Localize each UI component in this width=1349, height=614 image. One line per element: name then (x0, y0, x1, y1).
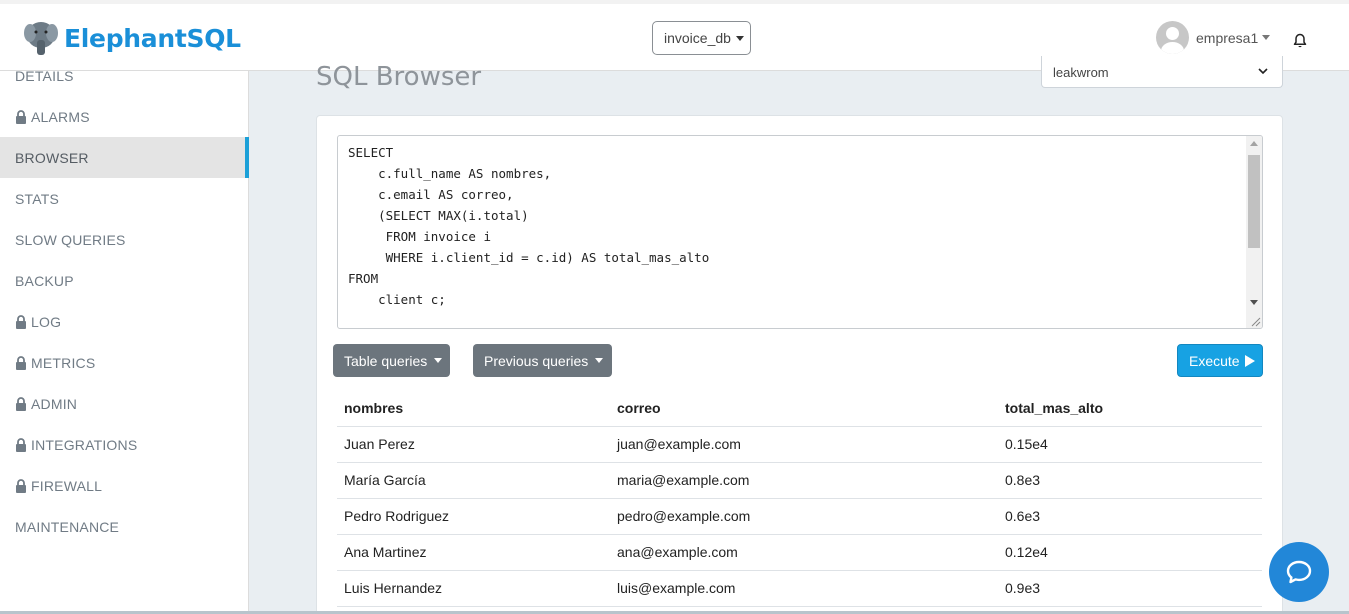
sql-editor[interactable]: SELECT c.full_name AS nombres, c.email A… (337, 135, 1263, 329)
sidebar-item-maintenance[interactable]: MAINTENANCE (0, 506, 249, 547)
table-cell: Juan Perez (337, 426, 610, 463)
table-cell: 0.6e3 (998, 498, 1262, 535)
brand-logo[interactable]: ElephantSQL (24, 20, 241, 56)
caret-down-icon (595, 358, 604, 363)
table-cell: Ana Martinez (337, 534, 610, 571)
sidebar-item-firewall[interactable]: FIREWALL (0, 465, 249, 506)
sidebar-item-log[interactable]: LOG (0, 301, 249, 342)
lock-icon (16, 355, 26, 370)
scroll-up-arrow-icon[interactable] (1250, 141, 1258, 146)
table-header-row: nombres correo total_mas_alto (337, 390, 1262, 427)
table-row: Ana Martinez ana@example.com 0.12e4 (337, 534, 1262, 571)
sidebar-item-admin[interactable]: ADMIN (0, 383, 249, 424)
play-icon (1244, 354, 1255, 367)
sidebar-item-slow-queries[interactable]: SLOW QUERIES (0, 219, 249, 260)
column-header: correo (610, 390, 998, 427)
sidebar-item-label: ALARMS (31, 108, 90, 125)
lock-icon (16, 314, 26, 329)
table-cell: 0.12e4 (998, 534, 1262, 571)
sidebar-item-stats[interactable]: STATS (0, 178, 249, 219)
table-queries-label: Table queries (344, 352, 428, 369)
bell-icon[interactable] (1292, 33, 1308, 49)
chat-icon (1286, 560, 1312, 584)
column-header: nombres (337, 390, 610, 427)
avatar (1156, 21, 1189, 54)
table-cell: María García (337, 462, 610, 499)
lock-icon (16, 478, 26, 493)
table-cell: maria@example.com (610, 462, 998, 499)
sidebar-item-browser[interactable]: BROWSER (0, 137, 249, 178)
table-cell: Pedro Rodriguez (337, 498, 610, 535)
chat-button[interactable] (1269, 542, 1329, 602)
page-title: SQL Browser (316, 62, 482, 92)
execute-button[interactable]: Execute (1177, 344, 1263, 377)
results-table: nombres correo total_mas_alto Juan Perez… (337, 390, 1262, 607)
sidebar-item-label: LOG (31, 313, 62, 330)
scrollbar-thumb[interactable] (1248, 155, 1260, 248)
sidebar-item-label: METRICS (31, 354, 96, 371)
table-cell: 0.9e3 (998, 570, 1262, 607)
execute-label: Execute (1189, 352, 1240, 369)
editor-scrollbar[interactable] (1246, 136, 1262, 328)
table-cell: Luis Hernandez (337, 570, 610, 607)
sidebar-item-label: MAINTENANCE (15, 518, 120, 535)
table-cell: ana@example.com (610, 534, 998, 571)
sidebar-item-label: STATS (15, 190, 60, 207)
lock-icon (16, 396, 26, 411)
previous-queries-button[interactable]: Previous queries (473, 344, 612, 377)
chevron-down-icon (1258, 68, 1268, 75)
lock-icon (16, 437, 26, 452)
column-header: total_mas_alto (998, 390, 1262, 427)
scroll-down-arrow-icon[interactable] (1250, 300, 1258, 305)
previous-queries-label: Previous queries (484, 352, 589, 369)
lock-icon (16, 109, 26, 124)
table-cell: 0.8e3 (998, 462, 1262, 499)
sidebar-item-label: FIREWALL (31, 477, 103, 494)
sidebar: DETAILS ALARMS BROWSER STATS SLOW QUERIE… (0, 68, 249, 614)
table-select-value: leakwrom (1053, 65, 1109, 80)
database-select-value: invoice_db (664, 30, 731, 46)
caret-down-icon (735, 35, 744, 41)
sidebar-item-backup[interactable]: BACKUP (0, 260, 249, 301)
table-cell: pedro@example.com (610, 498, 998, 535)
sidebar-item-label: DETAILS (15, 67, 74, 84)
caret-down-icon (1262, 35, 1271, 40)
sidebar-item-details[interactable]: DETAILS (0, 55, 249, 96)
table-cell: luis@example.com (610, 570, 998, 607)
brand-name: ElephantSQL (64, 23, 241, 53)
sidebar-item-label: SLOW QUERIES (15, 231, 126, 248)
table-row: Luis Hernandez luis@example.com 0.9e3 (337, 570, 1262, 607)
table-select[interactable]: leakwrom (1041, 56, 1283, 88)
sidebar-item-integrations[interactable]: INTEGRATIONS (0, 424, 249, 465)
sidebar-item-label: INTEGRATIONS (31, 436, 138, 453)
table-queries-button[interactable]: Table queries (333, 344, 450, 377)
table-cell: juan@example.com (610, 426, 998, 463)
sidebar-item-label: ADMIN (31, 395, 78, 412)
user-menu[interactable]: empresa1 (1156, 21, 1271, 54)
sidebar-item-alarms[interactable]: ALARMS (0, 96, 249, 137)
table-row: María García maria@example.com 0.8e3 (337, 462, 1262, 499)
table-cell: 0.15e4 (998, 426, 1262, 463)
sidebar-item-metrics[interactable]: METRICS (0, 342, 249, 383)
sql-query-text[interactable]: SELECT c.full_name AS nombres, c.email A… (348, 142, 709, 310)
caret-down-icon (434, 358, 443, 363)
user-name: empresa1 (1196, 29, 1259, 46)
table-row: Pedro Rodriguez pedro@example.com 0.6e3 (337, 498, 1262, 535)
elephant-logo-icon (24, 22, 58, 55)
sidebar-item-label: BROWSER (15, 149, 89, 166)
sidebar-item-label: BACKUP (15, 272, 74, 289)
resize-handle-icon[interactable] (1247, 313, 1261, 327)
query-card: SELECT c.full_name AS nombres, c.email A… (316, 115, 1283, 614)
table-row: Juan Perez juan@example.com 0.15e4 (337, 426, 1262, 463)
database-select[interactable]: invoice_db (652, 21, 751, 55)
